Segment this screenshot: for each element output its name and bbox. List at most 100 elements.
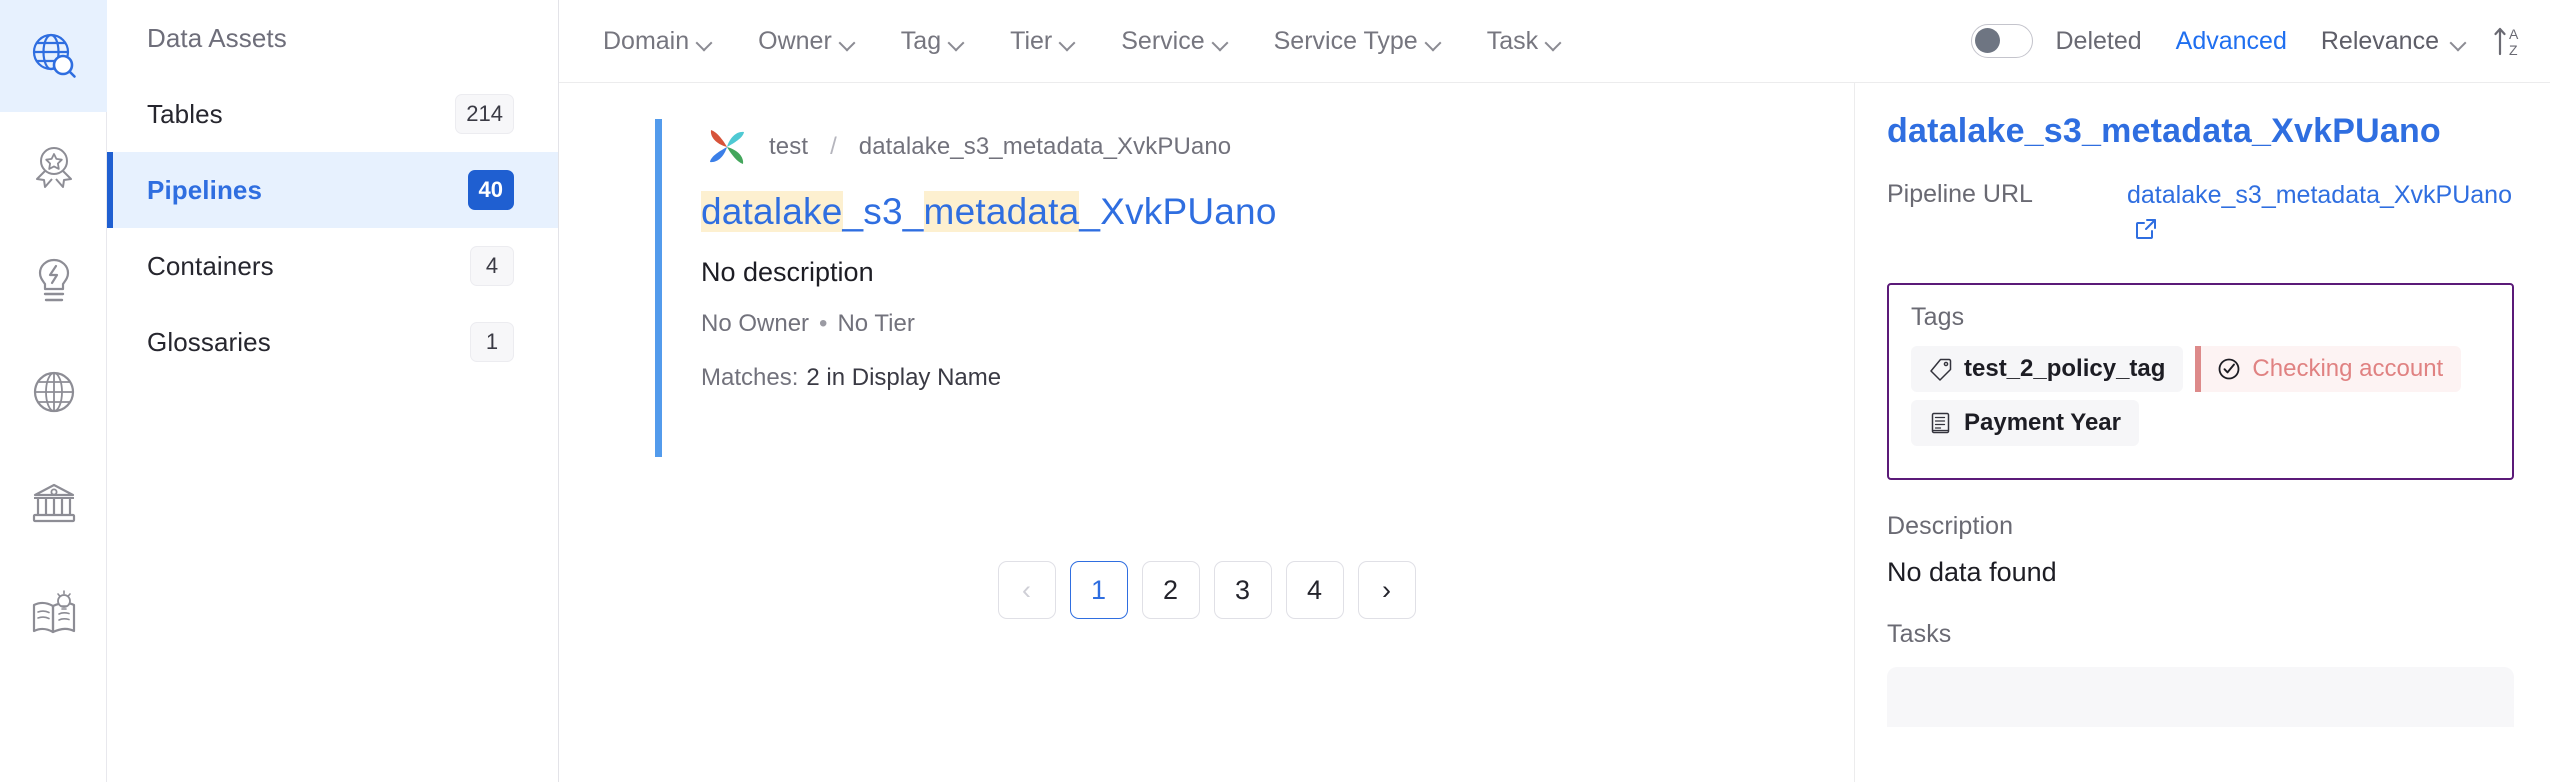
result-title-part-highlight: metadata bbox=[923, 191, 1080, 232]
entity-detail-panel: datalake_s3_metadata_XvkPUano Pipeline U… bbox=[1855, 83, 2550, 782]
tag-icon bbox=[1929, 357, 1953, 381]
sidebar-item-count: 40 bbox=[467, 170, 514, 210]
filter-service[interactable]: Service bbox=[1121, 27, 1251, 56]
result-owner: No Owner bbox=[701, 310, 810, 338]
tag-row: Payment Year bbox=[1911, 399, 2490, 446]
svg-text:Z: Z bbox=[2509, 42, 2518, 58]
sidebar-item-glossaries[interactable]: Glossaries 1 bbox=[107, 304, 558, 380]
sidebar-item-count: 4 bbox=[470, 246, 514, 286]
result-tier: No Tier bbox=[837, 310, 915, 338]
description-value: No data found bbox=[1887, 556, 2057, 587]
pagination-page-3[interactable]: 3 bbox=[1213, 561, 1272, 619]
toggle-knob bbox=[1975, 28, 2001, 53]
filter-service-type[interactable]: Service Type bbox=[1274, 27, 1465, 56]
breadcrumb-separator: / bbox=[830, 133, 837, 160]
filter-label: Service Type bbox=[1273, 26, 1418, 55]
description-section: Description No data found bbox=[1887, 512, 2514, 588]
search-results-panel: test / datalake_s3_metadata_XvkPUano dat… bbox=[559, 83, 1855, 782]
pipeline-url-link[interactable]: datalake_s3_metadata_XvkPUano bbox=[2127, 178, 2514, 249]
filter-label: Owner bbox=[758, 26, 832, 55]
tasks-label: Tasks bbox=[1887, 619, 1952, 648]
breadcrumb-service[interactable]: test bbox=[769, 133, 808, 161]
advanced-search-link[interactable]: Advanced bbox=[2176, 27, 2287, 56]
airflow-pinwheel-icon bbox=[701, 121, 753, 173]
insights-bulb-icon-button[interactable] bbox=[0, 224, 107, 336]
result-title-part: _XvkPUano bbox=[1079, 191, 1277, 232]
filter-label: Task bbox=[1486, 26, 1539, 55]
detail-panel-title[interactable]: datalake_s3_metadata_XvkPUano bbox=[1887, 111, 2514, 152]
sidebar-item-tables[interactable]: Tables 214 bbox=[107, 76, 558, 152]
data-assets-sidebar: Data Assets Tables 214 Pipelines 40 Cont… bbox=[107, 0, 559, 782]
external-link-icon bbox=[2135, 215, 2157, 240]
sidebar-item-containers[interactable]: Containers 4 bbox=[107, 228, 558, 304]
sidebar-item-count: 1 bbox=[470, 322, 514, 362]
chevron-down-icon bbox=[949, 37, 964, 46]
domains-globe-icon bbox=[26, 364, 82, 420]
filter-label: Tag bbox=[900, 26, 942, 55]
tag-chip-policy[interactable]: test_2_policy_tag bbox=[1911, 345, 2184, 392]
deleted-toggle[interactable] bbox=[1971, 24, 2034, 58]
chevron-down-icon bbox=[840, 37, 855, 46]
filter-label: Domain bbox=[603, 26, 690, 55]
check-circle-icon bbox=[2217, 357, 2241, 381]
governance-bank-icon-button[interactable] bbox=[0, 448, 107, 560]
data-assets-header: Data Assets bbox=[147, 22, 287, 53]
result-meta: No Owner • No Tier bbox=[701, 310, 1854, 338]
pagination-page-1[interactable]: 1 bbox=[1069, 561, 1128, 619]
quality-ribbon-icon bbox=[26, 140, 82, 196]
filter-task[interactable]: Task bbox=[1487, 27, 1585, 56]
tag-chip-checking-account[interactable]: Checking account bbox=[2195, 345, 2462, 392]
left-icon-rail bbox=[0, 0, 107, 782]
filter-tag[interactable]: Tag bbox=[901, 27, 988, 56]
sidebar-item-pipelines[interactable]: Pipelines 40 bbox=[107, 152, 558, 228]
sidebar-item-label: Glossaries bbox=[147, 326, 271, 357]
explore-globe-search-icon-button[interactable] bbox=[0, 0, 107, 112]
chevron-down-icon bbox=[1546, 37, 1561, 46]
toolbar-right-group: Deleted Advanced Relevance A Z bbox=[1971, 22, 2530, 60]
tag-chip-payment-year[interactable]: Payment Year bbox=[1911, 399, 2139, 446]
glossary-book-icon-button[interactable] bbox=[0, 560, 107, 672]
pagination-page-4[interactable]: 4 bbox=[1285, 561, 1344, 619]
pagination: ‹ 1 2 3 4 › bbox=[559, 561, 1854, 619]
result-title[interactable]: datalake_s3_metadata_XvkPUano bbox=[701, 189, 1854, 235]
main-column: Domain Owner Tag Tier Service Service Ty… bbox=[559, 0, 2550, 782]
breadcrumb: test / datalake_s3_metadata_XvkPUano bbox=[701, 119, 1854, 175]
filter-tier[interactable]: Tier bbox=[1010, 27, 1099, 56]
insights-bulb-icon bbox=[26, 252, 82, 308]
quality-ribbon-icon-button[interactable] bbox=[0, 112, 107, 224]
tasks-section: Tasks bbox=[1887, 620, 2514, 727]
meta-separator: • bbox=[819, 310, 828, 338]
chevron-down-icon bbox=[1213, 37, 1228, 46]
matches-value: 2 in Display Name bbox=[806, 364, 1002, 392]
sort-field-value: Relevance bbox=[2320, 26, 2439, 55]
breadcrumb-name[interactable]: datalake_s3_metadata_XvkPUano bbox=[859, 133, 1232, 161]
sort-field-select[interactable]: Relevance bbox=[2321, 27, 2466, 56]
glossary-book-icon bbox=[26, 588, 82, 644]
description-label: Description bbox=[1887, 511, 2014, 540]
chevron-down-icon bbox=[1060, 37, 1075, 46]
pagination-prev-button[interactable]: ‹ bbox=[997, 561, 1056, 619]
filter-label: Tier bbox=[1010, 26, 1053, 55]
filter-label: Service bbox=[1121, 26, 1205, 55]
search-result-card[interactable]: test / datalake_s3_metadata_XvkPUano dat… bbox=[655, 119, 1854, 459]
pagination-page-2[interactable]: 2 bbox=[1141, 561, 1200, 619]
filter-domain[interactable]: Domain bbox=[603, 27, 736, 56]
sort-az-ascending-icon[interactable]: A Z bbox=[2492, 22, 2526, 60]
matches-label: Matches: bbox=[701, 364, 799, 392]
glossary-term-icon bbox=[1929, 411, 1953, 435]
result-description: No description bbox=[701, 257, 874, 288]
filter-owner[interactable]: Owner bbox=[758, 27, 879, 56]
sidebar-item-label: Pipelines bbox=[147, 174, 263, 205]
tasks-table-header bbox=[1887, 666, 2514, 727]
svg-text:A: A bbox=[2509, 26, 2519, 42]
sidebar-item-label: Tables bbox=[147, 98, 223, 129]
chevron-down-icon bbox=[697, 37, 712, 46]
explore-globe-search-icon bbox=[26, 28, 82, 84]
pagination-next-button[interactable]: › bbox=[1357, 561, 1416, 619]
result-title-part-highlight: datalake bbox=[701, 191, 843, 232]
tags-label: Tags bbox=[1911, 302, 1965, 331]
domains-globe-icon-button[interactable] bbox=[0, 336, 107, 448]
pipeline-url-text: datalake_s3_metadata_XvkPUano bbox=[2127, 180, 2512, 209]
filter-toolbar: Domain Owner Tag Tier Service Service Ty… bbox=[559, 0, 2550, 83]
pipeline-url-row: Pipeline URL datalake_s3_metadata_XvkPUa… bbox=[1887, 178, 2514, 249]
